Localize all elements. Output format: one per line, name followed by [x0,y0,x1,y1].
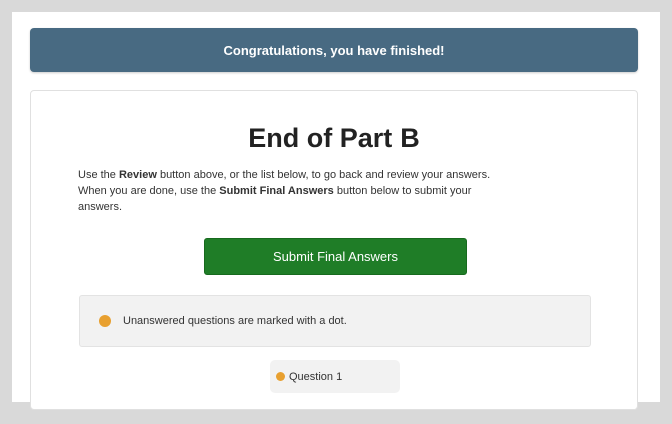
frame-left [0,0,12,424]
unanswered-dot-icon [99,315,111,327]
instructions-line1-pre: Use the [78,169,119,181]
question-list-item[interactable]: Question 1 [270,360,400,393]
instructions-line1-post: button above, or the list below, to go b… [156,169,491,181]
unanswered-legend: Unanswered questions are marked with a d… [79,295,591,347]
frame-top [0,0,672,12]
instructions-line3: answers. [78,201,123,213]
instructions-line2-pre: When you are done, use the [78,185,220,197]
title-text: End of Part [248,123,393,153]
part-letter: B [400,123,420,153]
unanswered-dot-icon [276,372,285,381]
instructions-text: Use the Review button above, or the list… [78,167,588,215]
instructions-review-bold: Review [118,169,157,181]
submit-button-label: Submit Final Answers [273,249,398,264]
page-title: End of Part B [31,123,637,154]
legend-text: Unanswered questions are marked with a d… [123,315,347,327]
banner-text: Congratulations, you have finished! [223,42,445,58]
submit-final-answers-button[interactable]: Submit Final Answers [204,238,467,275]
question-label: Question 1 [289,370,343,383]
completion-banner: Congratulations, you have finished! [30,28,638,72]
instructions-line2-post: button below to submit your [333,185,472,197]
frame-right [660,0,672,424]
instructions-submit-bold: Submit Final Answers [219,185,334,197]
end-of-part-panel: End of Part B Use the Review button above… [30,90,638,410]
